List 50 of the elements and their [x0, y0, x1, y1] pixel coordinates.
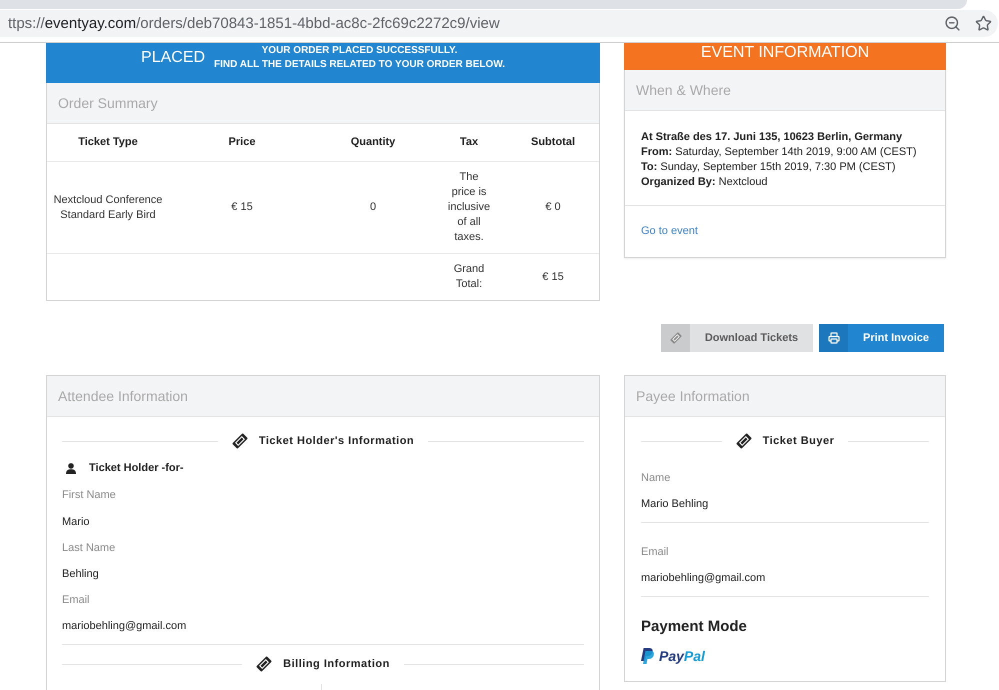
p-mark-icon [641, 648, 654, 664]
paypal-wordmark: PayPal [659, 647, 705, 665]
column-header: Subtotal [507, 124, 599, 162]
field-label: Email [641, 545, 670, 560]
grand-total-amount: € 15 [507, 254, 599, 300]
field-label: Last Name [62, 541, 116, 556]
bookmark-star-icon[interactable] [975, 15, 992, 32]
payment-mode-title: Payment Mode [641, 617, 748, 637]
column-header: Quantity [315, 124, 431, 162]
ticket-holder-heading: Ticket Holder -for- [89, 461, 184, 476]
field-value: Mario [62, 515, 91, 530]
column-header: Price [169, 124, 315, 162]
event-information-title: EVENT INFORMATION [700, 43, 870, 61]
field-value: Mario Behling [641, 497, 710, 512]
panel-title: Order Summary [58, 94, 158, 112]
field-label: Email [62, 593, 91, 608]
field-label: First Name [62, 488, 117, 503]
event-location: At Straße des 17. Juni 135, 10623 Berlin, Germany [641, 130, 904, 145]
field-label: Name [641, 471, 672, 486]
grand-total-label: Grand Total: [431, 254, 507, 300]
address-url: ttps://eventyay.com/orders/deb70843-1851-4bbd-ac8c-2fc69c2272c9/view [7, 14, 500, 34]
order-message: YOUR ORDER PLACED SUCCESSFULLY. FIND ALL THE DETAILS RELATED TO YOUR ORDER BELOW. [214, 44, 505, 72]
panel-title: When & Where [636, 81, 731, 99]
event-detail: To: Sunday, September 15th 2019, 7:30 PM (CEST) [641, 160, 897, 175]
table-cell: Nextcloud Conference Standard Early Bird [47, 162, 169, 254]
printer-icon [828, 332, 840, 344]
download-tickets-button[interactable]: Download Tickets [661, 324, 813, 352]
section-heading: Ticket Buyer [762, 434, 834, 448]
field-value: mariobehling@gmail.com [641, 571, 766, 586]
column-header: Tax [431, 124, 507, 162]
ticket-icon [670, 332, 682, 344]
table-cell: 0 [315, 162, 431, 254]
go-to-event-link[interactable]: Go to event [641, 225, 698, 237]
print-invoice-button[interactable]: Print Invoice [819, 324, 944, 352]
panel-title: Attendee Information [58, 387, 188, 405]
section-heading: Ticket Holder's Information [258, 434, 414, 448]
zoom-out-icon[interactable] [944, 15, 961, 32]
table-cell: € 0 [507, 162, 599, 254]
table-cell: € 15 [169, 162, 315, 254]
column-header: Ticket Type [47, 124, 169, 162]
address-bar[interactable]: ttps://eventyay.com/orders/deb70843-1851-4bbd-ac8c-2fc69c2272c9/view [0, 10, 998, 37]
event-detail: From: Saturday, September 14th 2019, 9:00 AM (CEST) [641, 145, 918, 160]
table-cell: The price is inclusive of all taxes. [431, 162, 507, 254]
panel-title: Payee Information [636, 387, 750, 405]
order-status: PLACED [141, 48, 206, 68]
event-detail: Organized By: Nextcloud [641, 175, 769, 190]
user-icon [66, 463, 76, 474]
field-value: Behling [62, 567, 100, 582]
field-value: mariobehling@gmail.com [62, 619, 188, 634]
section-heading: Billing Information [283, 656, 390, 672]
